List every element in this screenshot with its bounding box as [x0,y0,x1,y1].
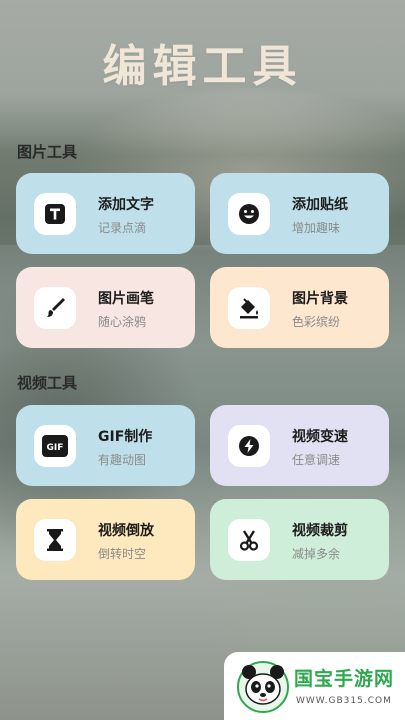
card-title: 图片背景 [292,291,348,307]
card-video-reverse[interactable]: 视频倒放 倒转时空 [16,499,195,580]
card-video-trim[interactable]: 视频裁剪 减掉多余 [210,499,389,580]
smiley-icon [228,193,270,235]
card-subtitle: 增加趣味 [292,221,341,235]
card-subtitle: 记录点滴 [98,221,147,235]
card-title: 添加贴纸 [292,197,348,213]
card-title: GIF制作 [98,429,153,445]
card-subtitle: 倒转时空 [98,547,147,561]
section-label-video-tools: 视频工具 [17,374,78,392]
card-title: 添加文字 [98,197,154,213]
card-title: 视频裁剪 [292,523,348,539]
brush-icon [34,287,76,329]
card-title: 视频变速 [292,429,348,445]
watermark-badge: 国宝手游网 WWW.GB315.COM [224,652,405,720]
card-add-text[interactable]: 添加文字 记录点滴 [16,173,195,254]
panda-logo-icon [236,660,290,718]
card-gif-maker[interactable]: GIF GIF制作 有趣动图 [16,405,195,486]
card-subtitle: 色彩缤纷 [292,315,341,329]
section-label-image-tools: 图片工具 [17,143,78,161]
paint-bucket-icon [228,287,270,329]
hourglass-icon [34,519,76,561]
svg-text:GIF: GIF [47,443,64,453]
card-video-speed[interactable]: 视频变速 任意调速 [210,405,389,486]
lightning-icon [228,425,270,467]
watermark-url: WWW.GB315.COM [296,696,392,706]
card-title: 图片画笔 [98,291,154,307]
card-title: 视频倒放 [98,523,154,539]
watermark-brand: 国宝手游网 [294,668,395,690]
card-add-sticker[interactable]: 添加贴纸 增加趣味 [210,173,389,254]
card-image-brush[interactable]: 图片画笔 随心涂鸦 [16,267,195,348]
gif-icon: GIF [34,425,76,467]
card-subtitle: 有趣动图 [98,453,147,467]
card-subtitle: 任意调速 [292,453,341,467]
page-title: 编辑工具 [102,41,303,92]
card-subtitle: 减掉多余 [292,547,341,561]
text-icon [34,193,76,235]
scissors-icon [228,519,270,561]
card-image-background[interactable]: 图片背景 色彩缤纷 [210,267,389,348]
card-subtitle: 随心涂鸦 [98,315,147,329]
